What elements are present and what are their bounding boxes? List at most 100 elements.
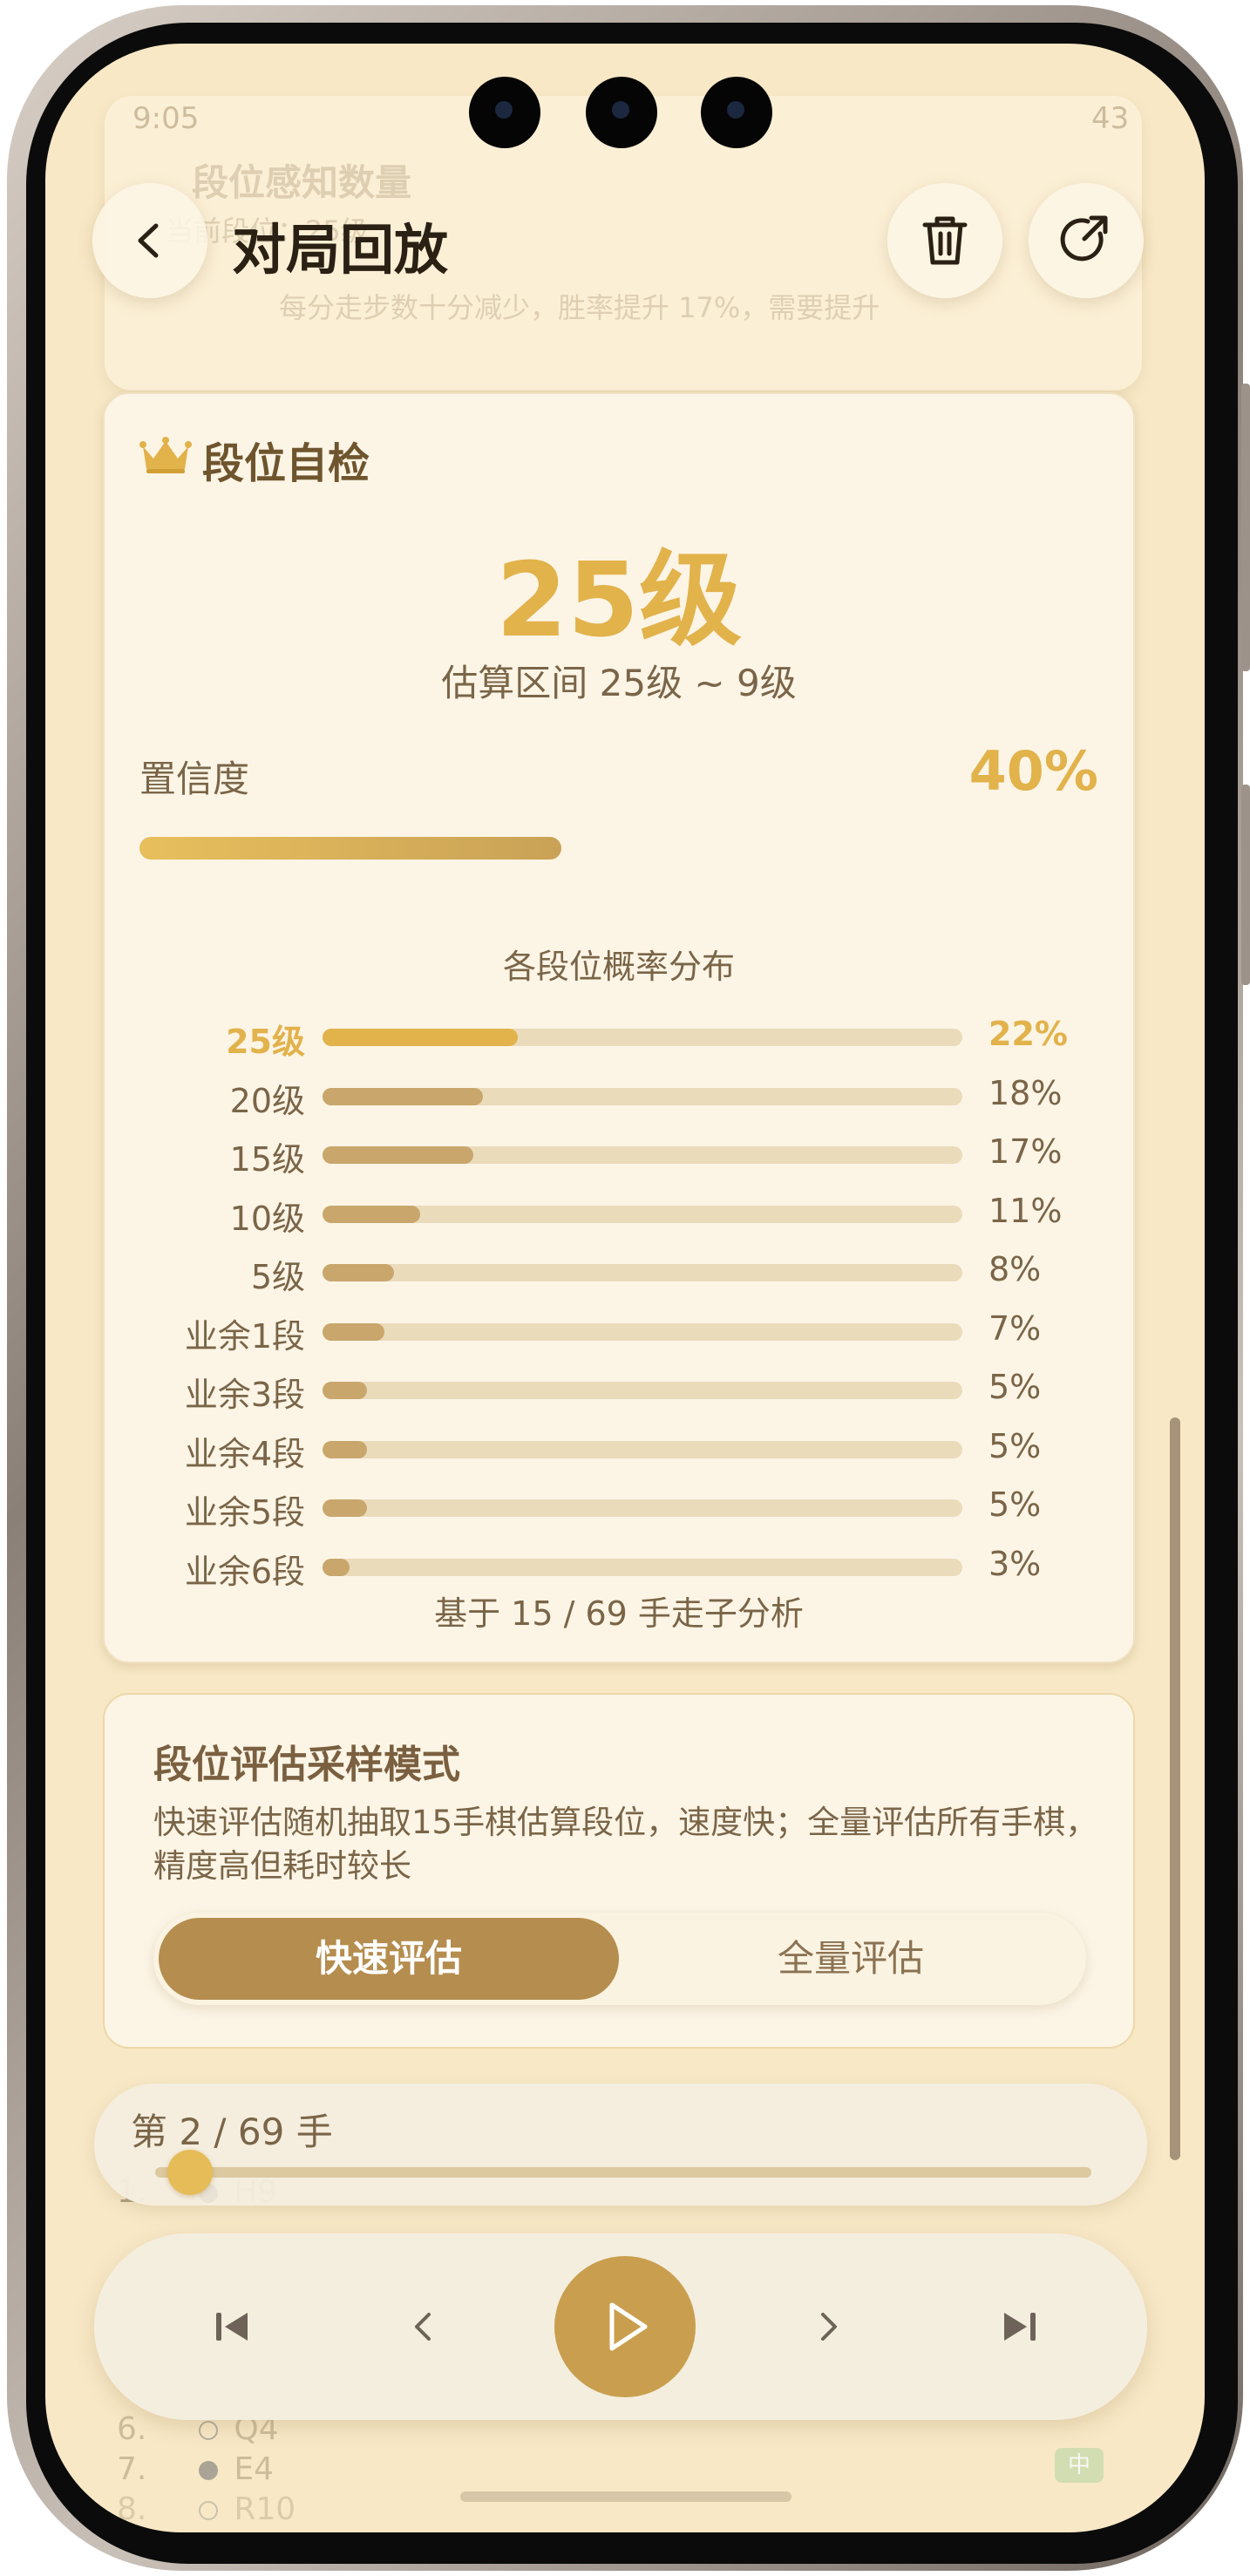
play-icon <box>609 2302 648 2351</box>
move-slider-track[interactable] <box>155 2167 1091 2178</box>
probability-bar <box>323 1322 962 1341</box>
quick-eval-option[interactable]: 快速评估 <box>159 1918 619 2000</box>
probability-bar-fill <box>323 1558 350 1576</box>
confidence-value: 40% <box>968 739 1098 803</box>
status-time: 9:05 <box>132 101 200 136</box>
camera-cutout <box>701 77 772 148</box>
previous-move-button[interactable] <box>389 2292 459 2362</box>
probability-bar-fill <box>323 1029 519 1046</box>
crown-icon <box>139 437 192 473</box>
probability-value: 5% <box>988 1368 1042 1406</box>
step-forward-icon <box>821 2313 837 2341</box>
distribution-row: 业余3段 5% <box>105 1364 1133 1417</box>
rank-label: 业余4段 <box>184 1434 305 1473</box>
distribution-row: 业余4段 5% <box>105 1424 1133 1476</box>
sampling-mode-card: 段位评估采样模式 快速评估随机抽取15手棋估算段位，速度快；全量评估所有手棋，精… <box>103 1693 1135 2049</box>
probability-bar <box>323 1205 962 1223</box>
move-progress-panel: 第 2 / 69 手 <box>94 2083 1147 2206</box>
estimated-range: 估算区间 25级 ~ 9级 <box>441 662 797 704</box>
probability-bar <box>323 1499 962 1517</box>
probability-bar-fill <box>323 1382 367 1399</box>
analysis-footnote: 基于 15 / 69 手走子分析 <box>434 1594 804 1633</box>
probability-bar-fill <box>323 1264 394 1281</box>
probability-bar-fill <box>323 1087 483 1105</box>
confidence-label: 置信度 <box>139 758 250 800</box>
estimated-level: 25级 <box>495 540 743 660</box>
probability-value: 3% <box>988 1544 1042 1583</box>
probability-value: 8% <box>988 1250 1042 1288</box>
full-eval-option[interactable]: 全量评估 <box>621 1918 1081 2000</box>
move-tag-badge: 中 <box>1055 2448 1104 2483</box>
move-counter: 第 2 / 69 手 <box>131 2110 333 2153</box>
probability-value: 5% <box>988 1426 1042 1465</box>
last-move-button[interactable] <box>985 2292 1055 2362</box>
playback-controls <box>94 2233 1147 2420</box>
rank-label: 25级 <box>226 1023 305 1061</box>
rank-label: 10级 <box>229 1199 305 1238</box>
distribution-row: 业余1段 7% <box>105 1306 1133 1358</box>
back-button[interactable] <box>92 183 207 298</box>
camera-cutout <box>586 77 657 148</box>
probability-bar <box>323 1440 962 1458</box>
rank-label: 15级 <box>229 1140 305 1179</box>
first-move-button[interactable] <box>197 2292 267 2362</box>
card-title: 段位自检 <box>202 439 370 488</box>
next-move-button[interactable] <box>793 2292 863 2362</box>
skip-last-icon <box>1004 2313 1036 2341</box>
volume-button <box>1241 384 1250 671</box>
move-slider-thumb[interactable] <box>166 2150 213 2195</box>
probability-value: 5% <box>988 1485 1042 1524</box>
probability-bar <box>323 1264 962 1281</box>
share-icon <box>1060 215 1108 262</box>
play-button[interactable] <box>554 2256 696 2397</box>
scrollbar[interactable] <box>1170 1417 1180 2160</box>
rank-check-card: 段位自检 25级 估算区间 25级 ~ 9级 置信度 40% 各段位概率分布 2… <box>103 392 1135 1663</box>
distribution-title: 各段位概率分布 <box>502 948 735 986</box>
probability-bar-fill <box>323 1440 367 1458</box>
rank-label: 业余1段 <box>184 1316 305 1356</box>
distribution-row: 业余6段 3% <box>105 1541 1133 1594</box>
rank-label: 业余5段 <box>184 1493 305 1532</box>
trash-icon <box>922 216 968 265</box>
sampling-description: 快速评估随机抽取15手棋估算段位，速度快；全量评估所有手棋，精度高但耗时较长 <box>153 1804 1098 1885</box>
rank-label: 5级 <box>250 1258 305 1296</box>
probability-value: 11% <box>988 1191 1063 1230</box>
step-back-icon <box>415 2313 431 2341</box>
chevron-left-icon <box>138 223 159 258</box>
page-title: 对局回放 <box>232 218 449 282</box>
rank-label: 业余6段 <box>184 1552 305 1591</box>
probability-value: 18% <box>988 1073 1063 1112</box>
probability-bar-fill <box>323 1322 385 1341</box>
delete-button[interactable] <box>887 183 1002 298</box>
status-battery: 43 <box>1091 101 1130 136</box>
distribution-row: 10级 11% <box>105 1188 1133 1240</box>
skip-first-icon <box>216 2313 248 2341</box>
probability-bar-fill <box>323 1499 367 1517</box>
confidence-bar <box>139 837 1098 860</box>
probability-bar <box>323 1029 962 1046</box>
distribution-row: 25级 22% <box>105 1011 1133 1064</box>
camera-cutout <box>469 77 540 148</box>
probability-bar <box>323 1146 962 1164</box>
sampling-mode-toggle: 快速评估 全量评估 <box>153 1913 1086 2005</box>
share-button[interactable] <box>1029 183 1144 298</box>
probability-bar <box>323 1558 962 1576</box>
probability-value: 22% <box>988 1015 1068 1053</box>
move-list-item: 7. E4 <box>117 2451 275 2487</box>
distribution-row: 15级 17% <box>105 1129 1133 1181</box>
app-screen: 段位感知数量 当前段位：25级 每分走步数十分减少，胜率提升 17%，需要提升 … <box>45 44 1205 2532</box>
probability-bar-fill <box>323 1146 474 1164</box>
confidence-bar-fill <box>139 837 561 860</box>
probability-value: 17% <box>988 1132 1063 1171</box>
rank-label: 20级 <box>229 1081 305 1120</box>
power-button <box>1241 785 1250 985</box>
distribution-row: 20级 18% <box>105 1071 1133 1123</box>
home-indicator[interactable] <box>460 2491 791 2502</box>
probability-bar-fill <box>323 1205 421 1223</box>
distribution-row: 业余5段 5% <box>105 1482 1133 1534</box>
distribution-row: 5级 8% <box>105 1247 1133 1299</box>
probability-value: 7% <box>988 1308 1042 1348</box>
rank-label: 业余3段 <box>184 1376 305 1414</box>
sampling-title: 段位评估采样模式 <box>153 1743 460 1787</box>
probability-bar <box>323 1087 962 1105</box>
